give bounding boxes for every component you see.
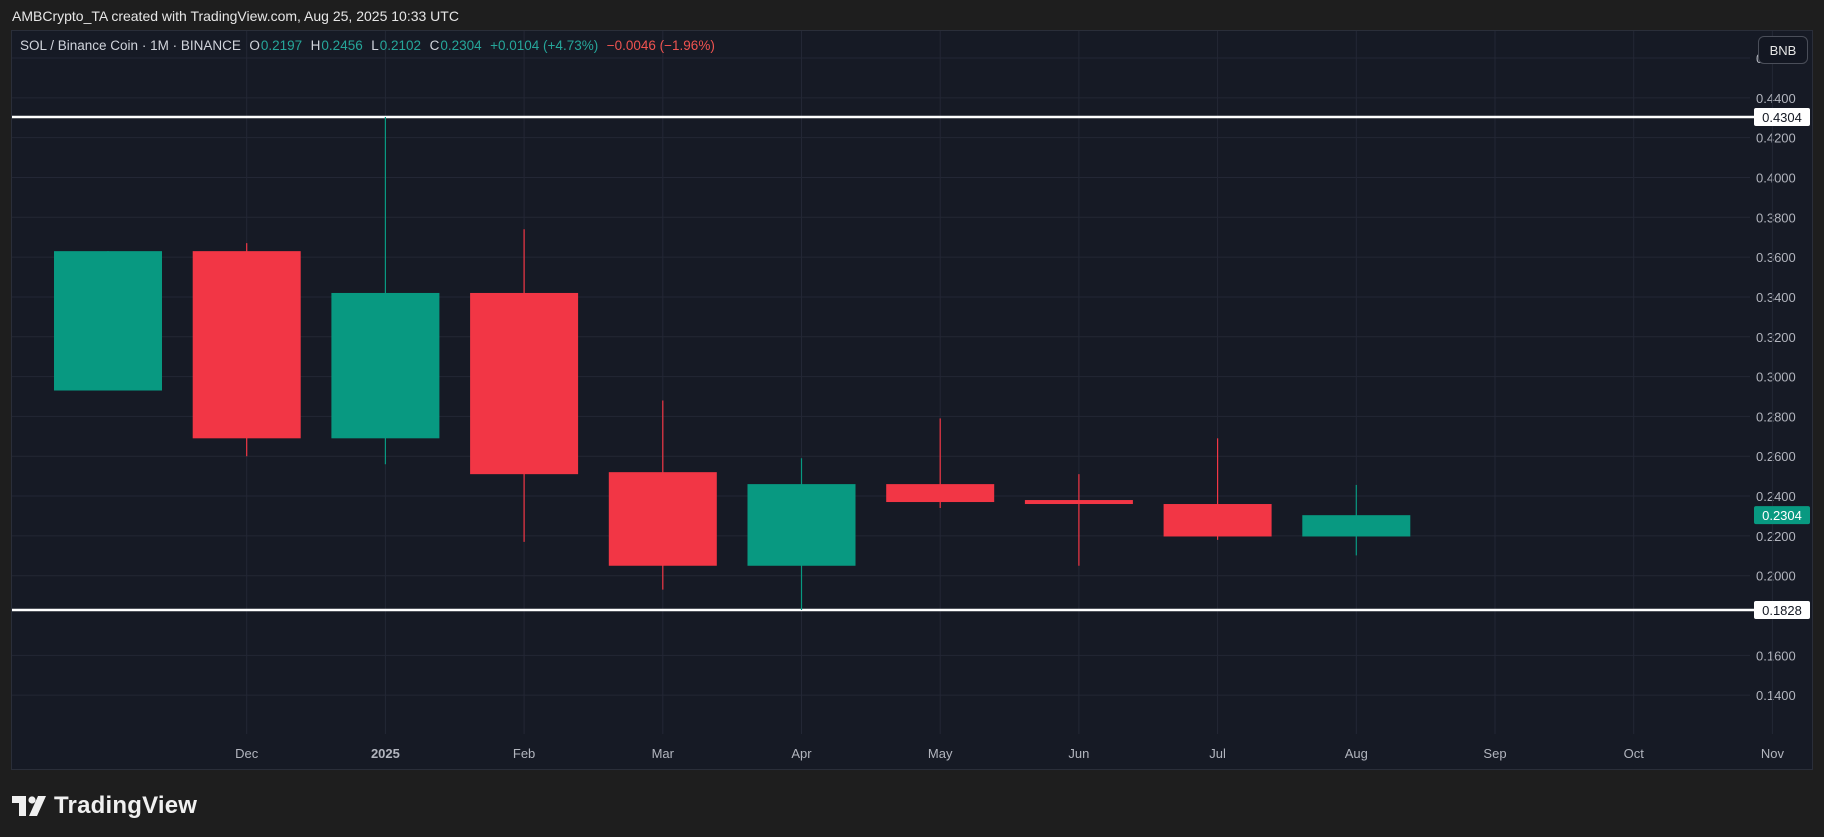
- candle-body[interactable]: [331, 292, 440, 439]
- y-tick-label: 0.2800: [1756, 409, 1796, 424]
- candle-body[interactable]: [1302, 515, 1411, 537]
- y-tick-label: 0.3600: [1756, 250, 1796, 265]
- currency-button[interactable]: BNB: [1758, 36, 1808, 64]
- x-tick-label: Feb: [513, 746, 535, 761]
- price-level-label: 0.1828: [1762, 603, 1802, 618]
- x-tick-label: May: [928, 746, 953, 761]
- legend-open-label: O: [249, 38, 260, 53]
- last-price-label: 0.2304: [1762, 508, 1802, 523]
- x-tick-label: 2025: [371, 746, 400, 761]
- tradingview-logo[interactable]: TradingView: [12, 792, 197, 820]
- y-tick-label: 0.4200: [1756, 131, 1796, 146]
- y-tick-label: 0.2200: [1756, 529, 1796, 544]
- legend-high-value: 0.2456: [321, 38, 363, 53]
- legend-close-value: 0.2304: [440, 38, 482, 53]
- x-tick-label: Mar: [652, 746, 675, 761]
- y-tick-label: 0.1400: [1756, 688, 1796, 703]
- candle-body[interactable]: [886, 484, 995, 503]
- candle-body[interactable]: [470, 292, 579, 475]
- candle-body[interactable]: [54, 251, 162, 391]
- legend-prev-change: −0.0046 (−1.96%): [606, 38, 715, 53]
- legend-close-label: C: [429, 38, 440, 53]
- x-tick-label: Sep: [1483, 746, 1506, 761]
- legend-low-value: 0.2102: [379, 38, 422, 53]
- y-tick-label: 0.2000: [1756, 569, 1796, 584]
- legend-change: +0.0104 (+4.73%): [490, 38, 599, 53]
- y-tick-label: 0.3200: [1756, 330, 1796, 345]
- price-level-label: 0.4304: [1762, 110, 1802, 125]
- x-tick-label: Nov: [1761, 746, 1785, 761]
- x-tick-label: Jul: [1209, 746, 1226, 761]
- y-tick-label: 0.3800: [1756, 210, 1796, 225]
- y-tick-label: 0.2400: [1756, 489, 1796, 504]
- y-tick-label: 0.1600: [1756, 648, 1796, 663]
- candle-body[interactable]: [608, 472, 717, 566]
- footer: [0, 770, 1824, 837]
- x-tick-label: Jun: [1068, 746, 1089, 761]
- candle-body[interactable]: [747, 484, 856, 566]
- y-tick-label: 0.2600: [1756, 449, 1796, 464]
- x-tick-label: Apr: [791, 746, 812, 761]
- y-tick-label: 0.4000: [1756, 170, 1796, 185]
- legend-low-label: L: [371, 38, 379, 53]
- y-tick-label: 0.4400: [1756, 91, 1796, 106]
- y-tick-label: 0.3400: [1756, 290, 1796, 305]
- x-tick-label: Aug: [1345, 746, 1368, 761]
- tradingview-logo-icon: [12, 796, 46, 816]
- candlestick-chart[interactable]: 0.46000.44000.42000.40000.38000.36000.34…: [0, 0, 1824, 770]
- candle-body[interactable]: [1024, 500, 1133, 505]
- x-tick-label: Oct: [1624, 746, 1645, 761]
- tradingview-logo-text: TradingView: [54, 792, 198, 819]
- symbol-legend: SOL / Binance Coin · 1M · BINANCE O0.219…: [20, 38, 716, 53]
- candle-body[interactable]: [192, 251, 301, 439]
- legend-open-value: 0.2197: [260, 38, 303, 53]
- y-tick-label: 0.3000: [1756, 370, 1796, 385]
- legend-symbol: SOL / Binance Coin · 1M · BINANCE: [20, 38, 241, 53]
- candle-body[interactable]: [1163, 504, 1272, 537]
- legend-high-label: H: [310, 38, 321, 53]
- x-tick-label: Dec: [235, 746, 259, 761]
